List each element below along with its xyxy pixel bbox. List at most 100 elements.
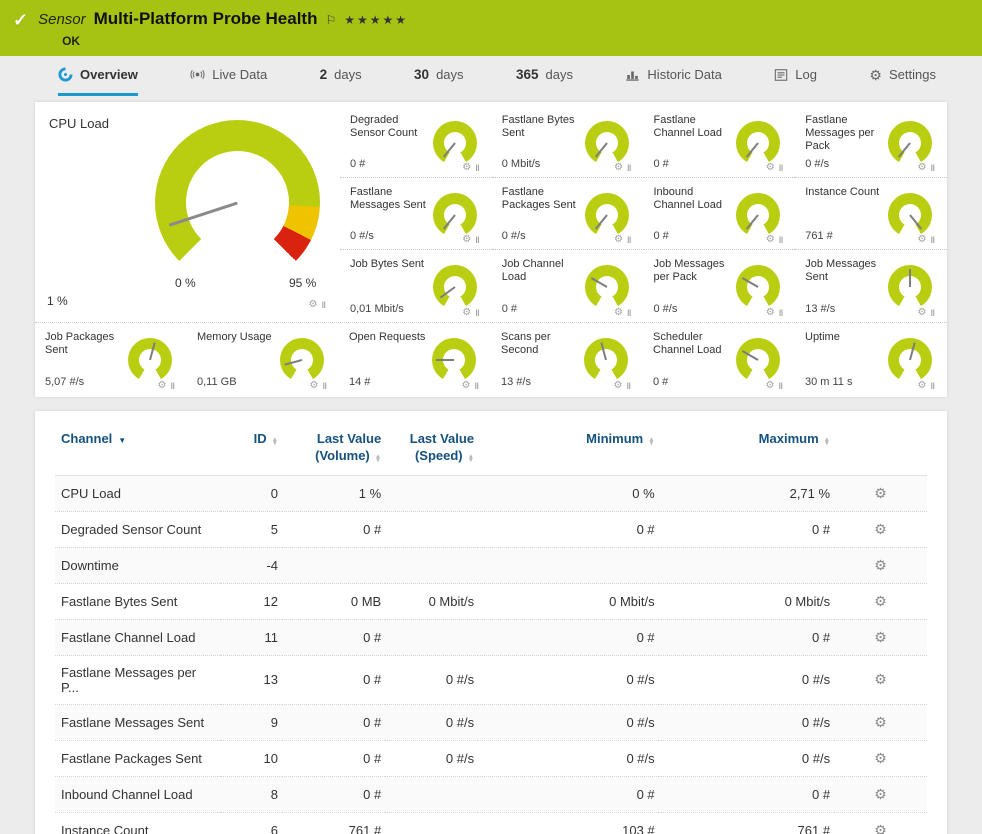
channel-settings-icon[interactable]: ⚙ — [874, 750, 887, 766]
gauge-tile[interactable]: Job Bytes Sent 0,01 Mbit/s ⚙ ‖ — [340, 250, 492, 322]
gauge-tile[interactable]: Scheduler Channel Load 0 # ⚙ ‖ — [643, 323, 795, 395]
table-row[interactable]: Downtime -4 ⚙ — [55, 547, 927, 583]
gear-icon[interactable]: ⚙ — [310, 380, 319, 391]
pause-icon[interactable]: ‖ — [931, 381, 935, 391]
pause-icon[interactable]: ‖ — [475, 308, 479, 318]
channel-settings-icon[interactable]: ⚙ — [874, 671, 887, 687]
gauge-tile[interactable]: Fastlane Messages Sent 0 #/s ⚙ ‖ — [340, 178, 492, 250]
sort-icon[interactable]: ▲▼ — [375, 455, 381, 463]
gauge-tile[interactable]: Job Messages Sent 13 #/s ⚙ ‖ — [795, 250, 947, 322]
gear-icon[interactable]: ⚙ — [158, 380, 167, 391]
gear-icon[interactable]: ⚙ — [766, 234, 775, 245]
gauge-tile[interactable]: Fastlane Packages Sent 0 #/s ⚙ ‖ — [492, 178, 644, 250]
pause-icon[interactable]: ‖ — [779, 235, 783, 245]
gear-icon[interactable]: ⚙ — [918, 234, 927, 245]
channel-settings-icon[interactable]: ⚙ — [874, 822, 887, 834]
gear-icon[interactable]: ⚙ — [462, 380, 471, 391]
gauge-tile[interactable]: Open Requests 14 # ⚙ ‖ — [339, 323, 491, 395]
sort-icon[interactable]: ▲▼ — [648, 438, 654, 446]
pause-icon[interactable]: ‖ — [779, 381, 783, 391]
gauge-tile[interactable]: Memory Usage 0,11 GB ⚙ ‖ — [187, 323, 339, 395]
channel-settings-icon[interactable]: ⚙ — [874, 629, 887, 645]
tab-settings[interactable]: ⚙ Settings — [869, 56, 936, 96]
channel-settings-icon[interactable]: ⚙ — [874, 557, 887, 573]
column-header-channel[interactable]: Channel▼ — [55, 415, 220, 475]
gear-icon[interactable]: ⚙ — [766, 380, 775, 391]
gauge-tile[interactable]: Fastlane Bytes Sent 0 Mbit/s ⚙ ‖ — [492, 106, 644, 178]
table-row[interactable]: Degraded Sensor Count 5 0 # 0 # 0 # ⚙ — [55, 511, 927, 547]
pause-icon[interactable]: ‖ — [475, 163, 479, 173]
channel-settings-icon[interactable]: ⚙ — [874, 593, 887, 609]
pause-icon[interactable]: ‖ — [627, 235, 631, 245]
gauge-tile[interactable]: Uptime 30 m 11 s ⚙ ‖ — [795, 323, 947, 395]
gear-icon[interactable]: ⚙ — [462, 234, 471, 245]
gauge-tile[interactable]: Job Packages Sent 5,07 #/s ⚙ ‖ — [35, 323, 187, 395]
pause-icon[interactable]: ‖ — [322, 300, 326, 310]
sort-icon[interactable]: ▲▼ — [272, 438, 278, 446]
priority-stars-icon[interactable]: ★★★★★ — [344, 13, 408, 27]
pause-icon[interactable]: ‖ — [475, 235, 479, 245]
gear-icon[interactable]: ⚙ — [766, 162, 775, 173]
flag-icon[interactable]: ⚐ — [325, 13, 336, 27]
tab-log[interactable]: Log — [774, 56, 817, 96]
channel-settings-icon[interactable]: ⚙ — [874, 786, 887, 802]
sort-desc-icon[interactable]: ▼ — [118, 436, 126, 445]
gear-icon[interactable]: ⚙ — [462, 307, 471, 318]
pause-icon[interactable]: ‖ — [323, 381, 327, 391]
gear-icon[interactable]: ⚙ — [614, 162, 623, 173]
pause-icon[interactable]: ‖ — [779, 163, 783, 173]
gauge-tile-cpu-load[interactable]: CPU Load 0 % 95 % 1 % ⚙ ‖ — [35, 106, 340, 322]
pause-icon[interactable]: ‖ — [779, 308, 783, 318]
gauge-tile[interactable]: Scans per Second 13 #/s ⚙ ‖ — [491, 323, 643, 395]
gauge-tile[interactable]: Job Messages per Pack 0 #/s ⚙ ‖ — [644, 250, 796, 322]
pause-icon[interactable]: ‖ — [627, 381, 631, 391]
channel-settings-icon[interactable]: ⚙ — [874, 485, 887, 501]
pause-icon[interactable]: ‖ — [627, 163, 631, 173]
gauge-tile[interactable]: Fastlane Channel Load 0 # ⚙ ‖ — [644, 106, 796, 178]
pause-icon[interactable]: ‖ — [475, 381, 479, 391]
tab-overview[interactable]: Overview — [58, 56, 138, 96]
table-row[interactable]: Fastlane Channel Load 11 0 # 0 # 0 # ⚙ — [55, 619, 927, 655]
pause-icon[interactable]: ‖ — [931, 235, 935, 245]
tab-365-days[interactable]: 365 days — [516, 56, 573, 96]
tab-historic-data[interactable]: Historic Data — [625, 56, 721, 96]
sort-icon[interactable]: ▲▼ — [468, 455, 474, 463]
channel-settings-icon[interactable]: ⚙ — [874, 521, 887, 537]
tab-30-days[interactable]: 30 days — [414, 56, 464, 96]
gear-icon[interactable]: ⚙ — [614, 234, 623, 245]
column-header-id[interactable]: ID▲▼ — [220, 415, 282, 475]
pause-icon[interactable]: ‖ — [931, 308, 935, 318]
gear-icon[interactable]: ⚙ — [918, 307, 927, 318]
gear-icon[interactable]: ⚙ — [309, 299, 318, 310]
gear-icon[interactable]: ⚙ — [614, 307, 623, 318]
gauge-tile[interactable]: Instance Count 761 # ⚙ ‖ — [795, 178, 947, 250]
gauge-tile[interactable]: Inbound Channel Load 0 # ⚙ ‖ — [644, 178, 796, 250]
column-header-last-value-speed[interactable]: Last Value (Speed)▲▼ — [385, 415, 478, 475]
channel-maximum: 0 #/s — [659, 655, 834, 704]
column-header-minimum[interactable]: Minimum▲▼ — [478, 415, 659, 475]
table-row[interactable]: Fastlane Bytes Sent 12 0 MB 0 Mbit/s 0 M… — [55, 583, 927, 619]
channel-settings-icon[interactable]: ⚙ — [874, 714, 887, 730]
pause-icon[interactable]: ‖ — [627, 308, 631, 318]
tab-2-days[interactable]: 2 days — [320, 56, 362, 96]
gear-icon[interactable]: ⚙ — [766, 307, 775, 318]
column-header-maximum[interactable]: Maximum▲▼ — [659, 415, 834, 475]
table-row[interactable]: Fastlane Messages Sent 9 0 # 0 #/s 0 #/s… — [55, 704, 927, 740]
pause-icon[interactable]: ‖ — [931, 163, 935, 173]
gear-icon[interactable]: ⚙ — [462, 162, 471, 173]
table-row[interactable]: CPU Load 0 1 % 0 % 2,71 % ⚙ — [55, 475, 927, 511]
tab-live-data[interactable]: Live Data — [190, 56, 267, 96]
pause-icon[interactable]: ‖ — [171, 381, 175, 391]
sort-icon[interactable]: ▲▼ — [824, 438, 830, 446]
gear-icon[interactable]: ⚙ — [614, 380, 623, 391]
gauge-tile[interactable]: Job Channel Load 0 # ⚙ ‖ — [492, 250, 644, 322]
gauge-tile[interactable]: Degraded Sensor Count 0 # ⚙ ‖ — [340, 106, 492, 178]
gauge-tile[interactable]: Fastlane Messages per Pack 0 #/s ⚙ ‖ — [795, 106, 947, 178]
column-header-last-value-volume[interactable]: Last Value (Volume)▲▼ — [282, 415, 385, 475]
gear-icon[interactable]: ⚙ — [918, 380, 927, 391]
table-row[interactable]: Fastlane Messages per P... 13 0 # 0 #/s … — [55, 655, 927, 704]
table-row[interactable]: Inbound Channel Load 8 0 # 0 # 0 # ⚙ — [55, 776, 927, 812]
table-row[interactable]: Instance Count 6 761 # 103 # 761 # ⚙ — [55, 812, 927, 834]
gear-icon[interactable]: ⚙ — [918, 162, 927, 173]
table-row[interactable]: Fastlane Packages Sent 10 0 # 0 #/s 0 #/… — [55, 740, 927, 776]
